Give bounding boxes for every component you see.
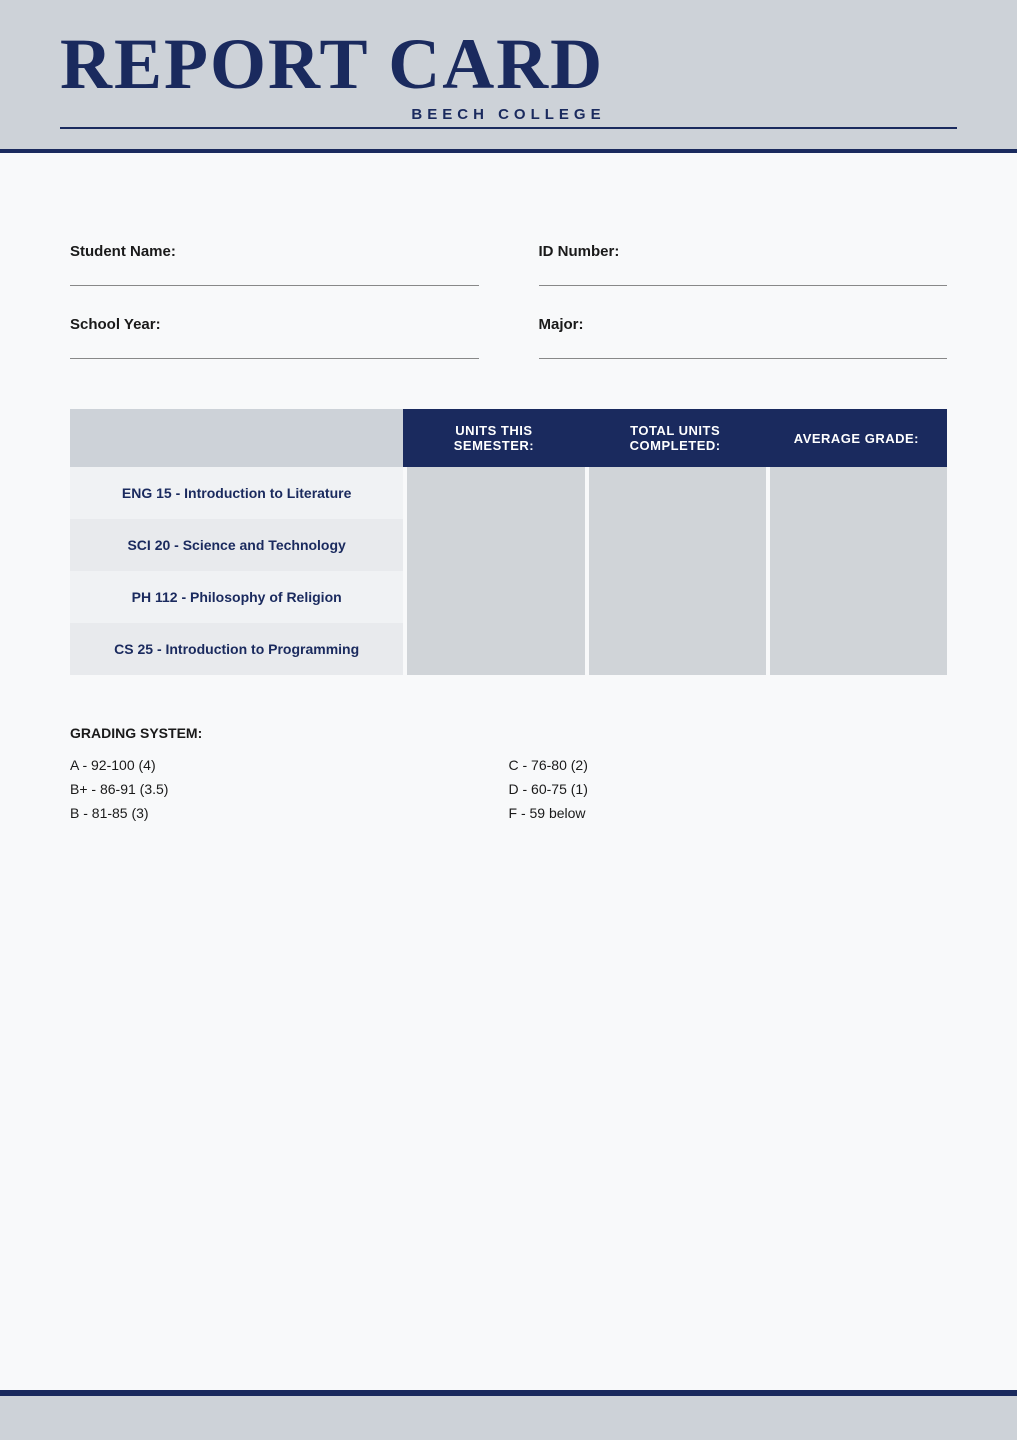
units-semester-cell bbox=[403, 623, 584, 675]
id-number-label: ID Number: bbox=[539, 243, 948, 260]
total-units-cell bbox=[585, 623, 766, 675]
avg-grade-cell bbox=[766, 467, 947, 519]
table-row: CS 25 - Introduction to Programming bbox=[70, 623, 947, 675]
col-header-avg-grade: AVERAGE GRADE: bbox=[766, 409, 947, 467]
id-number-line bbox=[539, 264, 948, 286]
grading-section: GRADING SYSTEM: A - 92-100 (4) B+ - 86-91… bbox=[70, 725, 947, 821]
table-row: PH 112 - Philosophy of Religion bbox=[70, 571, 947, 623]
student-name-field: Student Name: bbox=[70, 243, 479, 286]
student-name-label: Student Name: bbox=[70, 243, 479, 260]
grading-grid: A - 92-100 (4) B+ - 86-91 (3.5) B - 81-85 … bbox=[70, 757, 947, 821]
col-header-units-semester: UNITS THIS SEMESTER: bbox=[403, 409, 584, 467]
school-year-label: School Year: bbox=[70, 316, 479, 333]
avg-grade-cell bbox=[766, 519, 947, 571]
table-row: ENG 15 - Introduction to Literature bbox=[70, 467, 947, 519]
total-units-cell bbox=[585, 519, 766, 571]
student-name-line bbox=[70, 264, 479, 286]
table-row: SCI 20 - Science and Technology bbox=[70, 519, 947, 571]
id-number-field: ID Number: bbox=[539, 243, 948, 286]
grade-item: F - 59 below bbox=[509, 805, 948, 821]
major-field: Major: bbox=[539, 316, 948, 359]
total-units-cell bbox=[585, 571, 766, 623]
col-header-total-units: TOTAL UNITS COMPLETED: bbox=[585, 409, 766, 467]
col-header-course bbox=[70, 409, 403, 467]
grade-item: B+ - 86-91 (3.5) bbox=[70, 781, 509, 797]
units-semester-cell bbox=[403, 571, 584, 623]
course-name-cell: CS 25 - Introduction to Programming bbox=[70, 623, 403, 675]
report-card-page: REPORT CARD BEECH COLLEGE Student Name: … bbox=[0, 0, 1017, 1440]
grade-item: A - 92-100 (4) bbox=[70, 757, 509, 773]
main-content: Student Name: ID Number: School Year: Ma… bbox=[0, 153, 1017, 1390]
student-info-section: Student Name: ID Number: School Year: Ma… bbox=[70, 243, 947, 359]
units-semester-cell bbox=[403, 467, 584, 519]
avg-grade-cell bbox=[766, 571, 947, 623]
school-year-line bbox=[70, 337, 479, 359]
course-name-cell: SCI 20 - Science and Technology bbox=[70, 519, 403, 571]
college-name: BEECH COLLEGE bbox=[60, 106, 957, 123]
school-year-field: School Year: bbox=[70, 316, 479, 359]
total-units-cell bbox=[585, 467, 766, 519]
course-name-cell: PH 112 - Philosophy of Religion bbox=[70, 571, 403, 623]
grading-title: GRADING SYSTEM: bbox=[70, 725, 947, 741]
avg-grade-cell bbox=[766, 623, 947, 675]
grading-right: C - 76-80 (2) D - 60-75 (1) F - 59 below bbox=[509, 757, 948, 821]
page-title: REPORT CARD bbox=[60, 28, 957, 100]
grade-item: D - 60-75 (1) bbox=[509, 781, 948, 797]
major-label: Major: bbox=[539, 316, 948, 333]
grades-table: UNITS THIS SEMESTER: TOTAL UNITS COMPLET… bbox=[70, 409, 947, 675]
grade-item: B - 81-85 (3) bbox=[70, 805, 509, 821]
major-line bbox=[539, 337, 948, 359]
units-semester-cell bbox=[403, 519, 584, 571]
footer bbox=[0, 1390, 1017, 1440]
course-name-cell: ENG 15 - Introduction to Literature bbox=[70, 467, 403, 519]
header: REPORT CARD BEECH COLLEGE bbox=[0, 0, 1017, 153]
table-header-row: UNITS THIS SEMESTER: TOTAL UNITS COMPLET… bbox=[70, 409, 947, 467]
grade-item: C - 76-80 (2) bbox=[509, 757, 948, 773]
grading-left: A - 92-100 (4) B+ - 86-91 (3.5) B - 81-85 … bbox=[70, 757, 509, 821]
